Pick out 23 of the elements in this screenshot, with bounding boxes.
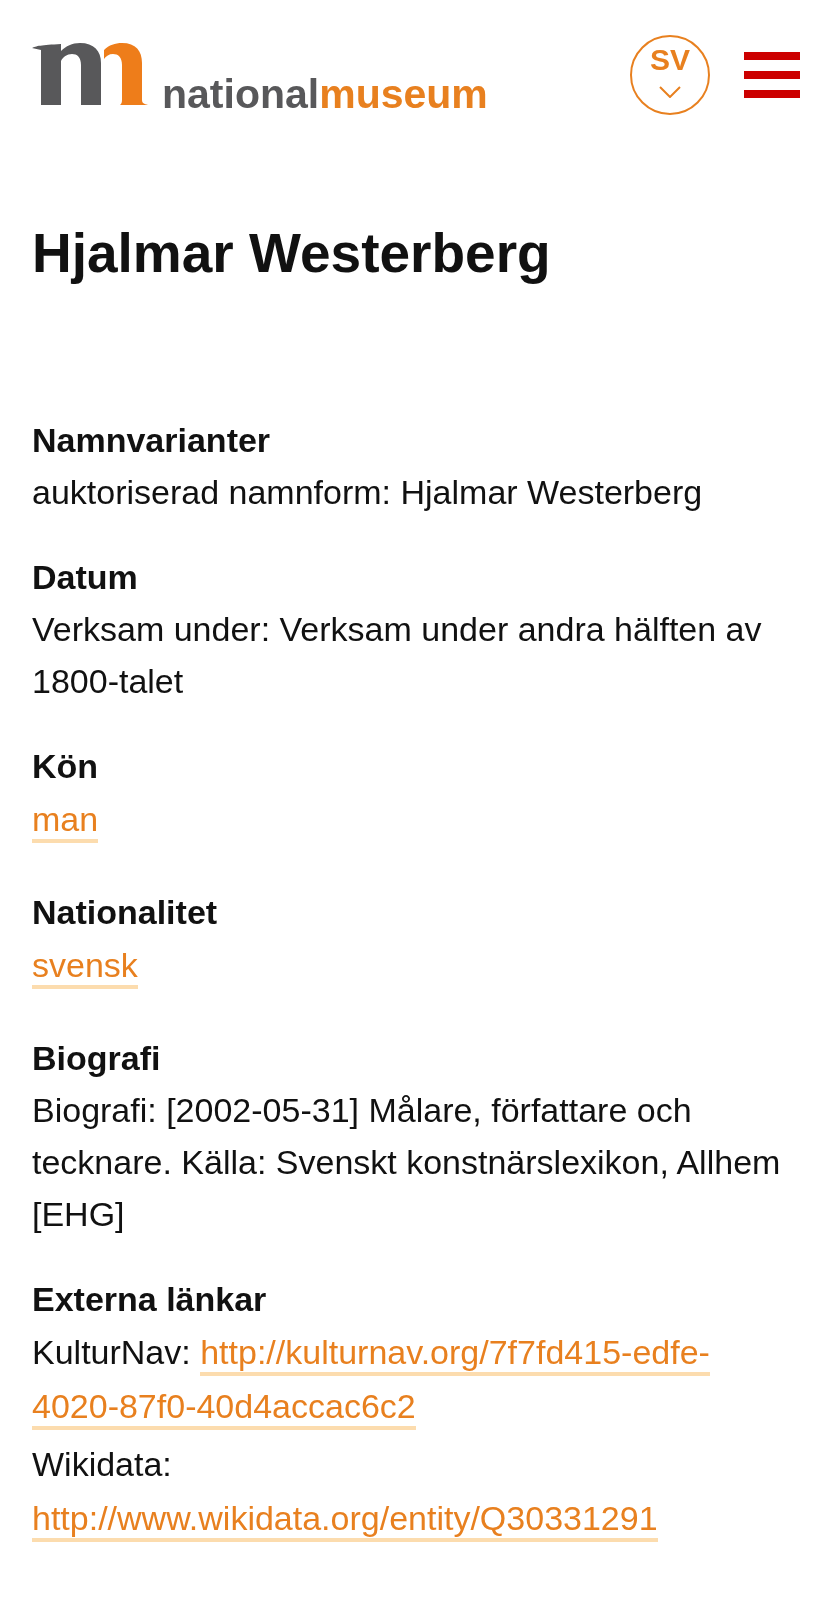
value-link[interactable]: svensk: [32, 946, 138, 989]
url-link[interactable]: 4020-87f0-40d4accac6c2: [32, 1387, 416, 1430]
section-heading: Biografi: [32, 1038, 161, 1079]
section-text: Biografi: [2002-05-31] Målare, författare och tecknare. Källa: Svenskt konstnärslexikon, Allhem [EHG]: [32, 1090, 782, 1235]
section-text: auktoriserad namnform: Hjalmar Westerberg: [32, 472, 704, 513]
logo-icon[interactable]: [32, 43, 148, 107]
page-title: Hjalmar Westerberg: [32, 221, 552, 286]
section-text: Verksam under: Verksam under andra hälften av 1800-talet: [32, 609, 763, 702]
url-link[interactable]: http://kulturnav.org/7f7fd415-edfe-: [200, 1333, 710, 1376]
menu-icon: [744, 52, 800, 98]
link-label: Wikidata:: [32, 1445, 172, 1483]
section-heading: Nationalitet: [32, 892, 218, 933]
language-button[interactable]: SV: [630, 35, 710, 115]
url-link[interactable]: http://www.wikidata.org/entity/Q30331291: [32, 1499, 658, 1542]
menu-button[interactable]: [744, 52, 800, 98]
link-label: KulturNav:: [32, 1333, 191, 1371]
section-heading: Externa länkar: [32, 1279, 267, 1320]
section-heading: Datum: [32, 557, 138, 598]
value-link[interactable]: man: [32, 800, 99, 843]
logo-wordmark-text: national: [162, 74, 320, 114]
logo-wordmark-text: museum: [319, 74, 488, 114]
section-heading: Kön: [32, 746, 99, 787]
section-heading: Namnvarianter: [32, 420, 271, 461]
